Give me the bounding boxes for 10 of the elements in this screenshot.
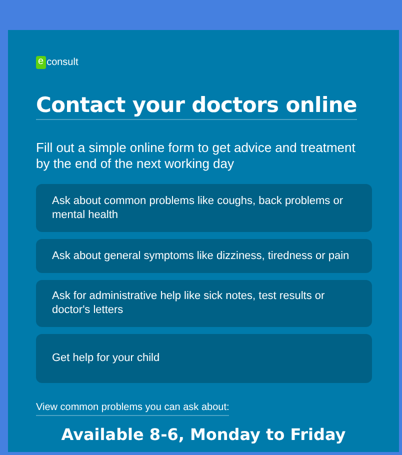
intro-text: Fill out a simple online form to get advice and treatment by the end of the next working day [36, 140, 356, 172]
availability-text: Available 8-6, Monday to Friday [61, 425, 346, 444]
logo-text: consult [46, 57, 78, 68]
option-card[interactable]: Get help for your child [36, 334, 372, 383]
logo-mark: e [36, 56, 46, 69]
option-card[interactable]: Ask about common problems like coughs, back problems or mental health [36, 184, 372, 232]
page-title: Contact your doctors online [36, 93, 357, 120]
option-card[interactable]: Ask about general symptoms like dizziness, tiredness or pain [36, 239, 372, 273]
problems-link[interactable]: View common problems you can ask about: [36, 402, 230, 416]
option-card[interactable]: Ask for administrative help like sick notes, test results or doctor's letters [36, 280, 372, 327]
